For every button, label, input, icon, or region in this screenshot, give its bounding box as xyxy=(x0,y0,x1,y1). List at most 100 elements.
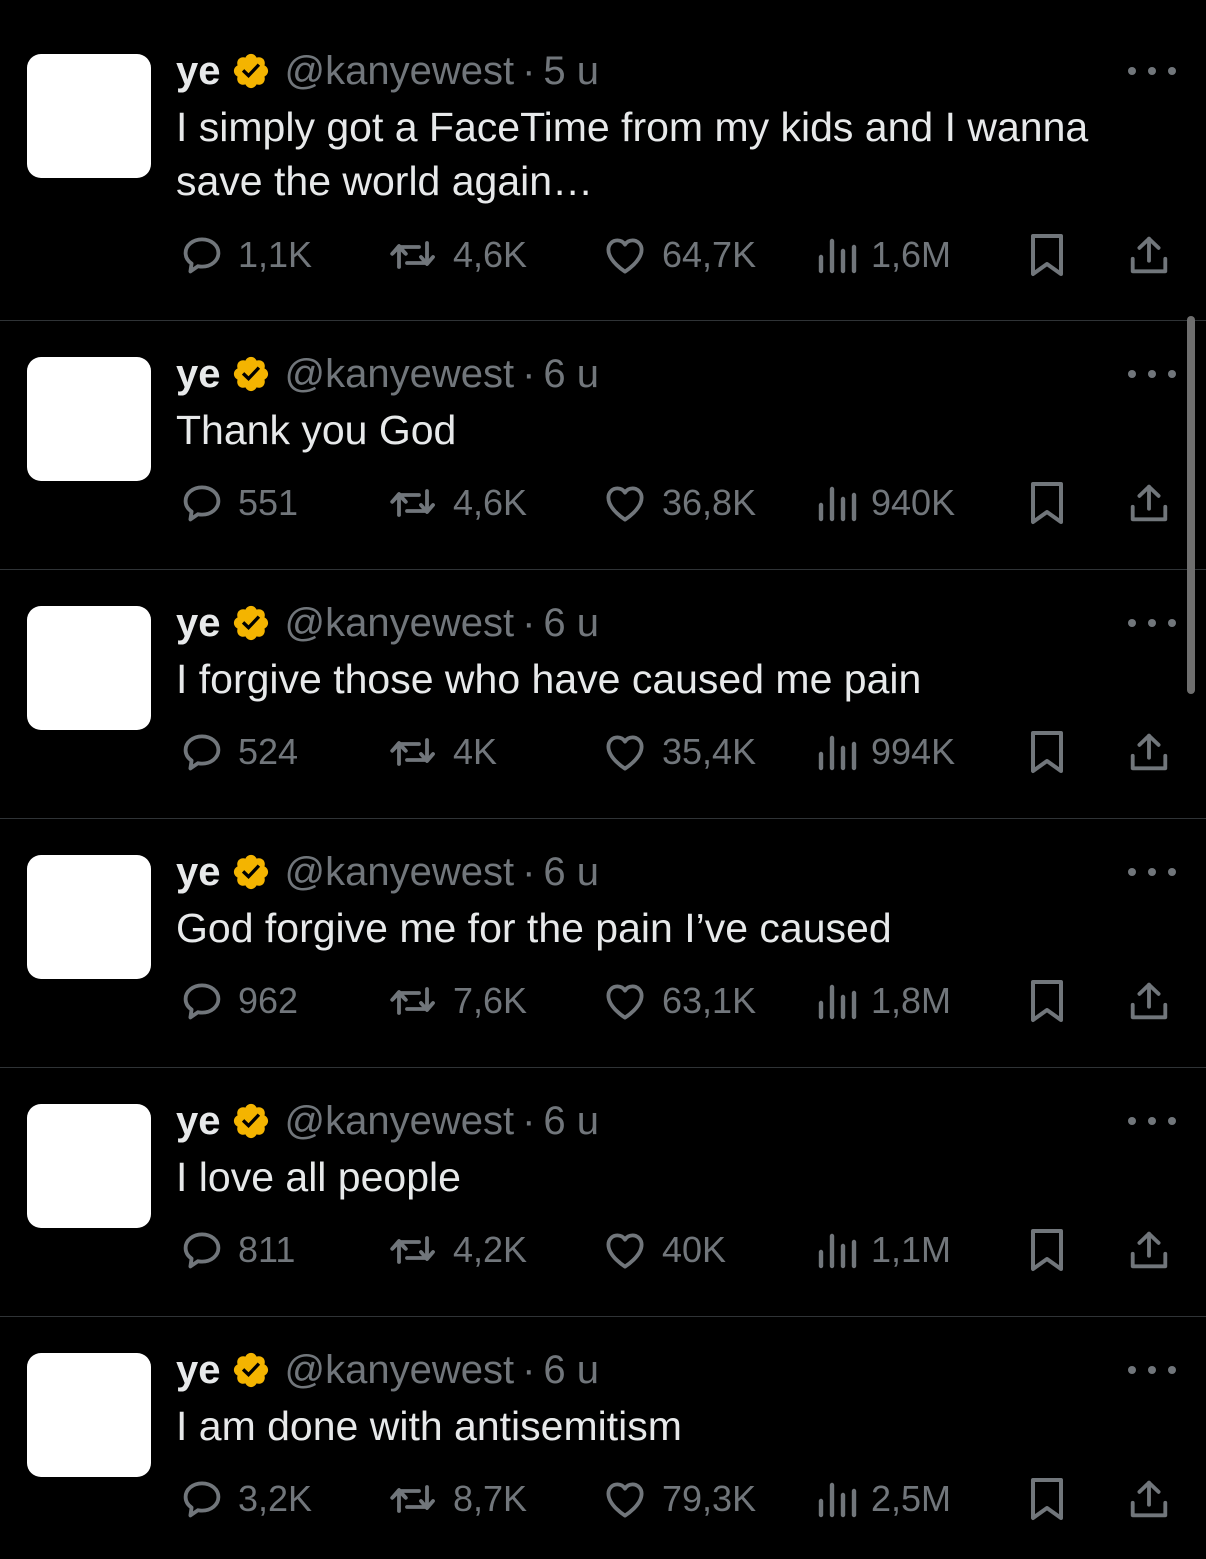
like-button[interactable]: 79,3K xyxy=(600,1474,756,1524)
views-button[interactable]: 994K xyxy=(815,727,955,777)
reply-button[interactable]: 811 xyxy=(178,1225,295,1275)
tweet-header: ye @kanyewest · 6 u xyxy=(176,348,599,400)
author-name[interactable]: ye xyxy=(176,597,221,649)
repost-icon xyxy=(385,231,441,279)
author-name[interactable]: ye xyxy=(176,1095,221,1147)
timestamp[interactable]: 6 u xyxy=(543,1344,599,1396)
author-handle[interactable]: @kanyewest xyxy=(285,597,515,649)
more-icon[interactable] xyxy=(1128,364,1176,384)
bookmark-button[interactable] xyxy=(1027,727,1067,777)
timestamp[interactable]: 5 u xyxy=(543,45,599,97)
view-count: 1,6M xyxy=(871,234,952,275)
separator-dot: · xyxy=(522,601,536,645)
divider xyxy=(0,818,1206,819)
repost-icon xyxy=(385,1226,441,1274)
tweet-text: God forgive me for the pain I’ve caused xyxy=(176,905,892,951)
repost-button[interactable]: 7,6K xyxy=(385,976,527,1026)
more-icon[interactable] xyxy=(1128,1360,1176,1380)
author-handle[interactable]: @kanyewest xyxy=(285,846,515,898)
share-button[interactable] xyxy=(1126,976,1172,1026)
bookmark-button[interactable] xyxy=(1027,478,1067,528)
like-button[interactable]: 40K xyxy=(600,1225,726,1275)
repost-button[interactable]: 4,2K xyxy=(385,1225,527,1275)
like-button[interactable]: 64,7K xyxy=(600,230,756,280)
avatar[interactable] xyxy=(27,54,151,178)
verified-badge-icon xyxy=(231,603,271,643)
views-button[interactable]: 1,1M xyxy=(815,1225,951,1275)
tweet-header: ye @kanyewest · 5 u xyxy=(176,45,599,97)
heart-icon xyxy=(600,1226,650,1274)
avatar[interactable] xyxy=(27,606,151,730)
author-name[interactable]: ye xyxy=(176,348,221,400)
bookmark-button[interactable] xyxy=(1027,976,1067,1026)
reply-icon xyxy=(178,1226,226,1274)
scrollbar[interactable] xyxy=(1187,316,1195,694)
author-handle[interactable]: @kanyewest xyxy=(285,1344,515,1396)
share-button[interactable] xyxy=(1126,1225,1172,1275)
reply-button[interactable]: 3,2K xyxy=(178,1474,312,1524)
divider xyxy=(0,1067,1206,1068)
like-button[interactable]: 63,1K xyxy=(600,976,756,1026)
author-handle[interactable]: @kanyewest xyxy=(285,1095,515,1147)
more-icon[interactable] xyxy=(1128,613,1176,633)
reply-button[interactable]: 551 xyxy=(178,478,298,528)
repost-button[interactable]: 4K xyxy=(385,727,497,777)
reply-button[interactable]: 1,1K xyxy=(178,230,312,280)
more-icon[interactable] xyxy=(1128,862,1176,882)
bookmark-button[interactable] xyxy=(1027,1225,1067,1275)
timestamp[interactable]: 6 u xyxy=(543,846,599,898)
timestamp[interactable]: 6 u xyxy=(543,1095,599,1147)
avatar[interactable] xyxy=(27,1353,151,1477)
more-icon[interactable] xyxy=(1128,61,1176,81)
repost-button[interactable]: 8,7K xyxy=(385,1474,527,1524)
avatar[interactable] xyxy=(27,357,151,481)
views-icon xyxy=(815,728,859,776)
heart-icon xyxy=(600,977,650,1025)
bookmark-icon xyxy=(1027,478,1067,528)
author-name[interactable]: ye xyxy=(176,1344,221,1396)
view-count: 1,8M xyxy=(871,980,952,1021)
repost-button[interactable]: 4,6K xyxy=(385,230,527,280)
heart-icon xyxy=(600,231,650,279)
share-button[interactable] xyxy=(1126,727,1172,777)
views-button[interactable]: 1,8M xyxy=(815,976,951,1026)
reply-icon xyxy=(178,231,226,279)
repost-button[interactable]: 4,6K xyxy=(385,478,527,528)
separator-dot: · xyxy=(522,850,536,894)
tweet-text: I am done with antisemitism xyxy=(176,1403,682,1449)
like-button[interactable]: 36,8K xyxy=(600,478,756,528)
replie-count: 524 xyxy=(238,731,299,772)
heart-icon xyxy=(600,728,650,776)
reply-icon xyxy=(178,479,226,527)
replie-count: 1,1K xyxy=(238,234,313,275)
author-handle[interactable]: @kanyewest xyxy=(285,45,515,97)
avatar[interactable] xyxy=(27,855,151,979)
like-button[interactable]: 35,4K xyxy=(600,727,756,777)
timestamp[interactable]: 6 u xyxy=(543,348,599,400)
share-button[interactable] xyxy=(1126,478,1172,528)
reply-icon xyxy=(178,728,226,776)
views-button[interactable]: 940K xyxy=(815,478,955,528)
views-button[interactable]: 1,6M xyxy=(815,230,951,280)
bookmark-button[interactable] xyxy=(1027,1474,1067,1524)
verified-badge-icon xyxy=(231,852,271,892)
author-handle[interactable]: @kanyewest xyxy=(285,348,515,400)
timestamp[interactable]: 6 u xyxy=(543,597,599,649)
share-icon xyxy=(1126,479,1172,527)
more-icon[interactable] xyxy=(1128,1111,1176,1131)
avatar[interactable] xyxy=(27,1104,151,1228)
bookmark-button[interactable] xyxy=(1027,230,1067,280)
repost-icon xyxy=(385,728,441,776)
views-button[interactable]: 2,5M xyxy=(815,1474,951,1524)
bookmark-icon xyxy=(1027,1225,1067,1275)
reply-button[interactable]: 962 xyxy=(178,976,298,1026)
share-button[interactable] xyxy=(1126,230,1172,280)
bookmark-icon xyxy=(1027,976,1067,1026)
share-button[interactable] xyxy=(1126,1474,1172,1524)
reply-button[interactable]: 524 xyxy=(178,727,298,777)
repost-count: 7,6K xyxy=(453,980,528,1021)
replie-count: 3,2K xyxy=(238,1478,313,1519)
author-name[interactable]: ye xyxy=(176,45,221,97)
repost-count: 4K xyxy=(453,731,498,772)
author-name[interactable]: ye xyxy=(176,846,221,898)
